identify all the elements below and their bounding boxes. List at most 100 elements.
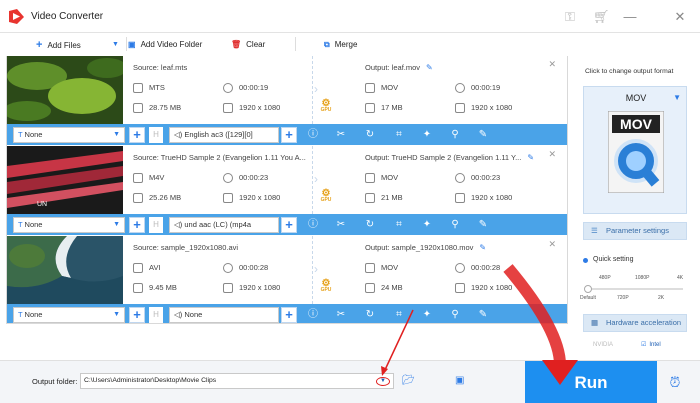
quality-720p-label: 720P xyxy=(617,295,629,301)
output-folder-input[interactable]: C:\Users\Administrator\Desktop\Movie Cli… xyxy=(80,373,394,389)
speaker-icon: ◁) xyxy=(174,220,185,229)
open-output-folder-icon[interactable]: ▣ xyxy=(455,375,469,387)
file-size-icon xyxy=(133,283,143,294)
run-button[interactable]: Run xyxy=(525,361,657,403)
format-icon xyxy=(133,173,143,184)
toolbar-divider xyxy=(295,37,296,51)
scissors-icon[interactable]: ✂ xyxy=(334,308,348,322)
gpu-icon: ⚙ GPU xyxy=(320,188,332,204)
effects-wand-icon[interactable]: ✦ xyxy=(420,308,434,322)
source-size: 9.45 MB xyxy=(133,283,177,294)
audio-track-select[interactable]: ◁) None xyxy=(169,307,279,323)
add-subtitle-button[interactable]: + xyxy=(129,307,145,323)
hard-subtitle-icon[interactable]: H xyxy=(149,307,163,323)
video-thumbnail[interactable] xyxy=(7,236,123,304)
output-format-hint: Click to change output format xyxy=(585,68,674,75)
file-row: Source: leaf.mts MTS 00:00:19 28.75 MB 1… xyxy=(7,56,567,146)
subtitle-select[interactable]: T None ▼ xyxy=(13,127,125,143)
quality-1080p-label: 1080P xyxy=(635,275,650,281)
clock-icon xyxy=(223,83,233,94)
rotate-icon[interactable]: ↻ xyxy=(363,128,377,142)
add-video-folder-button[interactable]: ▣ Add Video Folder xyxy=(128,38,202,52)
folder-plus-icon: ▣ xyxy=(128,40,136,49)
source-filename: Source: sample_1920x1080.avi xyxy=(133,243,239,252)
output-folder-dropdown-icon[interactable]: ▼ xyxy=(376,377,390,386)
minimize-button[interactable]: — xyxy=(622,9,638,25)
subtitle-select[interactable]: T None ▼ xyxy=(13,217,125,233)
watermark-stamp-icon[interactable]: ⚲ xyxy=(448,218,462,232)
video-thumbnail[interactable]: UN xyxy=(7,146,123,214)
add-audio-button[interactable]: + xyxy=(281,217,297,233)
resolution-icon xyxy=(455,193,465,204)
file-list: Source: leaf.mts MTS 00:00:19 28.75 MB 1… xyxy=(6,56,568,324)
watermark-stamp-icon[interactable]: ⚲ xyxy=(448,308,462,322)
format-icon xyxy=(365,83,375,94)
add-subtitle-button[interactable]: + xyxy=(129,217,145,233)
alarm-clock-icon[interactable]: ⏰︎ xyxy=(666,373,684,391)
info-icon[interactable]: ⓘ xyxy=(306,128,320,142)
info-icon[interactable]: ⓘ xyxy=(306,218,320,232)
key-icon[interactable]: ⚿ xyxy=(562,9,578,25)
hard-subtitle-icon[interactable]: H xyxy=(149,217,163,233)
scissors-icon[interactable]: ✂ xyxy=(334,128,348,142)
intel-option[interactable]: ☑ Intel xyxy=(637,337,683,353)
cart-icon[interactable]: 🛒︎ xyxy=(593,9,610,25)
audio-track-select[interactable]: ◁) English ac3 ([129][0] xyxy=(169,127,279,143)
merge-button[interactable]: ⧉ Merge xyxy=(324,38,357,52)
source-format: MTS xyxy=(133,83,165,94)
output-filename: Output: TrueHD Sample 2 (Evangelion 1.11… xyxy=(365,153,535,162)
file-size-icon xyxy=(365,103,375,114)
subtitle-edit-icon[interactable]: ✎ xyxy=(476,128,490,142)
merge-icon: ⧉ xyxy=(324,40,330,49)
source-filename: Source: leaf.mts xyxy=(133,63,188,72)
audio-track-select[interactable]: ◁) und aac (LC) (mp4a xyxy=(169,217,279,233)
remove-file-icon[interactable]: ✕ xyxy=(548,239,556,250)
video-thumbnail[interactable] xyxy=(7,56,123,124)
quality-slider[interactable] xyxy=(584,285,683,293)
source-resolution: 1920 x 1080 xyxy=(223,103,280,114)
crop-icon[interactable]: ⌗ xyxy=(392,218,406,232)
edit-name-icon[interactable]: ✎ xyxy=(527,153,534,162)
rotate-icon[interactable]: ↻ xyxy=(363,308,377,322)
close-window-button[interactable]: ✕ xyxy=(672,9,688,25)
subtitle-select[interactable]: T None ▼ xyxy=(13,307,125,323)
clock-icon xyxy=(455,83,465,94)
scissors-icon[interactable]: ✂ xyxy=(334,218,348,232)
add-audio-button[interactable]: + xyxy=(281,127,297,143)
remove-file-icon[interactable]: ✕ xyxy=(548,149,556,160)
crop-icon[interactable]: ⌗ xyxy=(392,308,406,322)
subtitle-edit-icon[interactable]: ✎ xyxy=(476,218,490,232)
crop-icon[interactable]: ⌗ xyxy=(392,128,406,142)
nvidia-option[interactable]: NVIDIA xyxy=(589,337,633,353)
window-title: Video Converter xyxy=(31,11,104,22)
hard-subtitle-icon[interactable]: H xyxy=(149,127,163,143)
effects-wand-icon[interactable]: ✦ xyxy=(420,128,434,142)
output-resolution: 1920 x 1080 xyxy=(455,193,512,204)
output-format-selector[interactable]: MOV ▼ MOV xyxy=(583,86,687,214)
row-divider xyxy=(312,236,313,304)
add-audio-button[interactable]: + xyxy=(281,307,297,323)
chevron-down-icon: ▼ xyxy=(113,221,120,228)
remove-file-icon[interactable]: ✕ xyxy=(548,59,556,70)
quality-2k-label: 2K xyxy=(658,295,665,301)
clear-button[interactable]: 🗑︎ Clear xyxy=(231,38,265,52)
rotate-icon[interactable]: ↻ xyxy=(363,218,377,232)
add-files-dropdown-icon[interactable]: ▼ xyxy=(112,38,119,52)
source-duration: 00:00:23 xyxy=(223,173,268,184)
info-icon[interactable]: ⓘ xyxy=(306,308,320,322)
effects-wand-icon[interactable]: ✦ xyxy=(420,218,434,232)
format-icon-label: MOV xyxy=(620,116,653,132)
source-info: Source: TrueHD Sample 2 (Evangelion 1.11… xyxy=(133,146,308,214)
slider-handle[interactable] xyxy=(584,285,592,293)
parameter-settings-button[interactable]: ☰ Parameter settings xyxy=(583,222,687,240)
add-files-button[interactable]: + Add Files xyxy=(36,38,81,52)
edit-name-icon[interactable]: ✎ xyxy=(479,243,486,252)
subtitle-edit-icon[interactable]: ✎ xyxy=(476,308,490,322)
file-size-icon xyxy=(133,193,143,204)
watermark-stamp-icon[interactable]: ⚲ xyxy=(448,128,462,142)
hardware-acceleration-button[interactable]: ▦ Hardware acceleration xyxy=(583,314,687,332)
edit-name-icon[interactable]: ✎ xyxy=(426,63,433,72)
add-subtitle-button[interactable]: + xyxy=(129,127,145,143)
open-folder-icon[interactable]: 📂︎ xyxy=(402,375,416,387)
resolution-icon xyxy=(223,103,233,114)
